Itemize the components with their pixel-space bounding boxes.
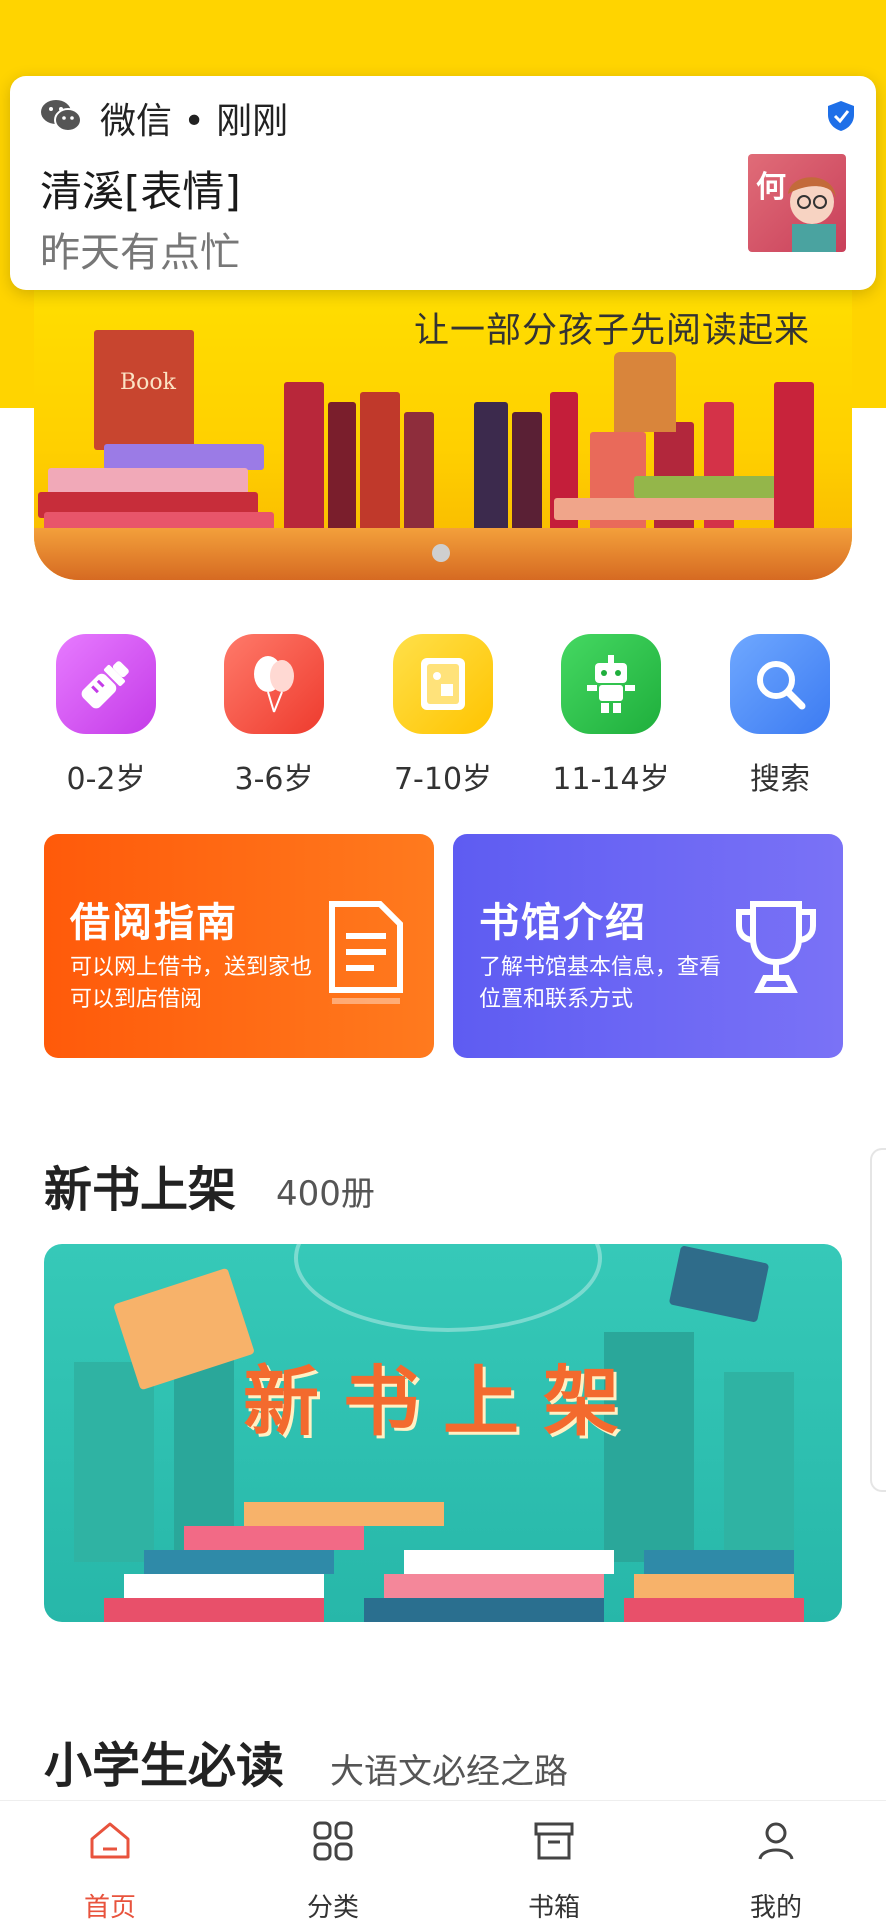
wechat-icon	[41, 100, 82, 132]
category-11-14[interactable]: 11-14岁	[552, 634, 670, 798]
category-label: 3-6岁	[234, 762, 314, 797]
profile-icon	[758, 1822, 794, 1860]
must-read-title: 小学生必读	[44, 1738, 285, 1794]
category-label: 搜索	[750, 762, 810, 797]
nav-mine-label: 我的	[749, 1893, 802, 1923]
library-intro-title: 书馆介绍	[479, 900, 647, 946]
nav-home[interactable]: 首页	[50, 1819, 170, 1924]
category-0-2[interactable]: 0-2岁	[56, 634, 156, 798]
notification-body: 昨天有点忙	[40, 230, 240, 276]
new-books-banner-text: 新书上架	[243, 1357, 643, 1446]
nav-category[interactable]: 分类	[273, 1819, 393, 1924]
borrow-guide-desc: 可以网上借书，送到家也可以到店借阅	[70, 955, 313, 1012]
category-label: 7-10岁	[393, 762, 493, 797]
notification-app-label: 微信 • 刚刚	[100, 101, 289, 142]
nav-bookbox-label: 书箱	[527, 1893, 580, 1923]
verified-shield-icon	[828, 101, 854, 131]
avatar: 何	[748, 154, 846, 252]
balloon-icon	[224, 634, 324, 734]
borrow-guide-title: 借阅指南	[70, 900, 238, 946]
nav-home-label: 首页	[83, 1893, 136, 1923]
trophy-icon	[736, 901, 816, 993]
search-icon	[730, 634, 830, 734]
wechat-notification[interactable]: 微信 • 刚刚 清溪[表情] 昨天有点忙 何	[10, 76, 876, 290]
cartoon-girl-icon	[788, 177, 836, 252]
hero-banner[interactable]: 让一部分孩子先阅读起来 Book	[34, 250, 852, 580]
new-books-count: 400册	[276, 1174, 375, 1214]
notification-title: 清溪[表情]	[40, 167, 241, 216]
baby-bottle-icon	[56, 634, 156, 734]
library-intro-card[interactable]: 书馆介绍 了解书馆基本信息，查看位置和联系方式	[453, 834, 843, 1058]
must-read-subtitle: 大语文必经之路	[330, 1752, 568, 1792]
borrow-guide-card[interactable]: 借阅指南 可以网上借书，送到家也可以到店借阅	[44, 834, 434, 1058]
category-label: 11-14岁	[552, 762, 670, 797]
side-scroll-handle[interactable]	[870, 1148, 886, 1492]
box-icon	[534, 1822, 574, 1860]
document-icon	[329, 901, 403, 1004]
category-7-10[interactable]: 7-10岁	[393, 634, 493, 798]
nav-mine[interactable]: 我的	[716, 1819, 836, 1924]
banner-slogan: 让一部分孩子先阅读起来	[413, 311, 810, 351]
robot-icon	[561, 634, 661, 734]
bottom-navigation: 首页 分类 书箱 我的	[0, 1800, 886, 1924]
library-intro-desc: 了解书馆基本信息，查看位置和联系方式	[479, 955, 722, 1012]
category-search[interactable]: 搜索	[730, 634, 830, 798]
nav-category-label: 分类	[306, 1893, 359, 1923]
grid-icon	[313, 1821, 353, 1861]
picture-book-icon	[393, 634, 493, 734]
carousel-dot[interactable]	[432, 544, 450, 562]
nav-bookbox[interactable]: 书箱	[494, 1819, 614, 1924]
home-icon	[90, 1822, 130, 1859]
new-books-banner[interactable]: 新书上架	[44, 1244, 842, 1622]
new-books-title: 新书上架	[44, 1162, 237, 1218]
category-3-6[interactable]: 3-6岁	[224, 634, 324, 798]
book-label: Book	[120, 370, 176, 395]
category-label: 0-2岁	[66, 762, 146, 797]
